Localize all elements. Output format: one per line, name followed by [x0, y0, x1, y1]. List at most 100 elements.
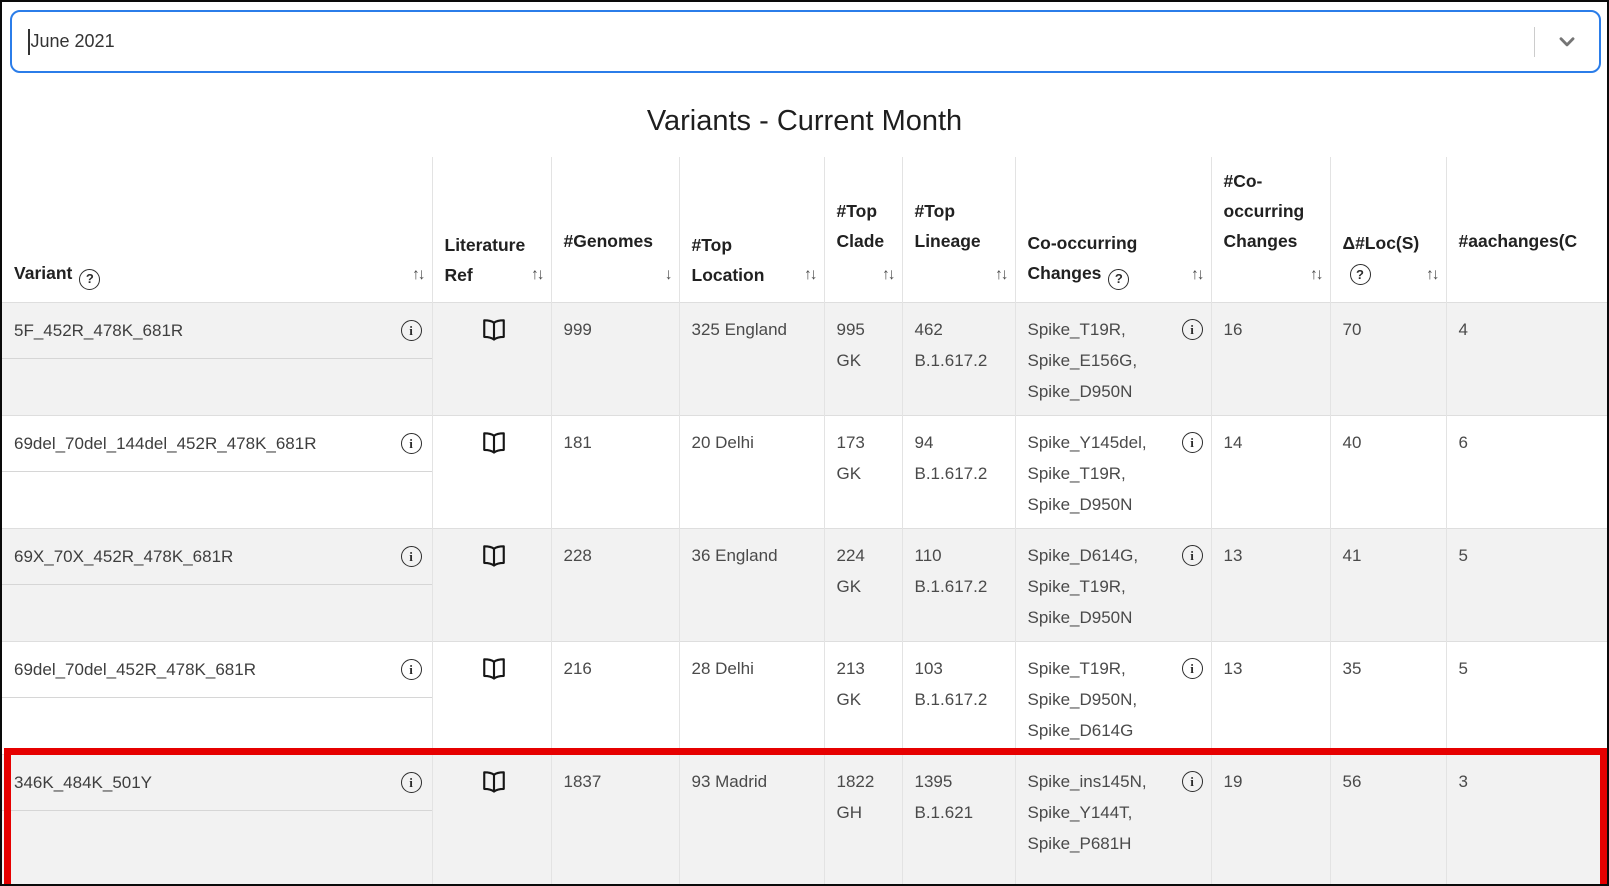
top-clade-cell: 995GK [824, 302, 902, 415]
info-icon[interactable]: i [1182, 545, 1203, 566]
cell-line: 173 [837, 427, 894, 458]
cell-line: Spike_P681H [1028, 828, 1147, 859]
info-icon[interactable]: i [401, 772, 422, 793]
variant-name: 5F_452R_478K_681R [14, 315, 183, 346]
cell-line: Spike_D950N [1028, 489, 1147, 520]
co-occurring-count-cell: 13 [1211, 641, 1330, 754]
variant-box[interactable]: 69del_70del_452R_478K_681Ri [2, 642, 432, 698]
cell-line: 110 [915, 540, 1007, 571]
co-occurring-count-cell: 16 [1211, 302, 1330, 415]
column-header-top-location[interactable]: #Top Location↑↓ [679, 157, 824, 302]
column-header-top-clade[interactable]: #Top Clade ↑↓ [824, 157, 902, 302]
sort-icon[interactable]: ↑↓ [1191, 260, 1203, 290]
co-occurring-count-cell: 13 [1211, 528, 1330, 641]
aachanges-cell: 4 [1446, 302, 1607, 415]
column-label: #Co-occurring Changes [1224, 171, 1305, 251]
header-row: Variant?↑↓Literature Ref↑↓#Genomes↓#Top … [2, 157, 1607, 302]
cell-line: 103 [915, 653, 1007, 684]
sort-icon[interactable]: ↑↓ [531, 260, 543, 290]
variant-box[interactable]: 346K_484K_501Yi [2, 755, 432, 811]
variant-cell: 69del_70del_452R_478K_681Ri [2, 641, 432, 754]
sort-icon[interactable]: ↑↓ [1310, 266, 1322, 283]
cell-line: Spike_D614G [1028, 715, 1138, 746]
column-header-aachanges-c[interactable]: #aachanges(C↑↓ [1446, 157, 1607, 302]
help-icon[interactable]: ? [1350, 264, 1371, 285]
co-occurring-changes-cell: Spike_ins145N,Spike_Y144T,Spike_P681H i [1015, 754, 1211, 886]
sort-icon[interactable]: ↓ [665, 266, 671, 283]
column-label: Δ#Loc(S) [1343, 233, 1420, 253]
info-icon[interactable]: i [1182, 432, 1203, 453]
sort-icon[interactable]: ↑↓ [804, 260, 816, 290]
top-clade-cell: 224GK [824, 528, 902, 641]
help-icon[interactable]: ? [79, 269, 100, 290]
aachanges-cell: 6 [1446, 415, 1607, 528]
variant-box[interactable]: 5F_452R_478K_681R i [2, 303, 432, 359]
cell-line: B.1.617.2 [915, 458, 1007, 489]
top-lineage-cell: 110B.1.617.2 [902, 528, 1015, 641]
cell-line: Spike_D950N [1028, 602, 1139, 633]
info-icon[interactable]: i [1182, 658, 1203, 679]
month-select[interactable]: June 2021 [10, 10, 1601, 73]
literature-ref-book-icon[interactable] [479, 654, 509, 684]
column-header-top-lineage[interactable]: #Top Lineage↑↓ [902, 157, 1015, 302]
delta-loc-cell: 40 [1330, 415, 1446, 528]
info-icon[interactable]: i [401, 659, 422, 680]
sort-icon[interactable]: ↑↓ [882, 266, 894, 283]
genomes-cell: 216 [551, 641, 679, 754]
column-label: Variant [14, 263, 72, 283]
co-occurring-changes-cell: Spike_T19R,Spike_D950N,Spike_D614Gi [1015, 641, 1211, 754]
column-header-loc-s[interactable]: Δ#Loc(S)? ↑↓ [1330, 157, 1446, 302]
top-lineage-cell: 94B.1.617.2 [902, 415, 1015, 528]
cell-line: 1395 [915, 766, 1007, 797]
month-select-value[interactable]: June 2021 [12, 29, 1534, 55]
literature-ref-cell [432, 302, 551, 415]
literature-ref-cell [432, 415, 551, 528]
aachanges-cell: 3 [1446, 754, 1607, 886]
literature-ref-book-icon[interactable] [479, 767, 509, 797]
column-header-co-occurring-changes[interactable]: Co-occurring Changes?↑↓ [1015, 157, 1211, 302]
column-header-literature-ref[interactable]: Literature Ref↑↓ [432, 157, 551, 302]
literature-ref-book-icon[interactable] [479, 541, 509, 571]
cell-line: B.1.617.2 [915, 684, 1007, 715]
cell-line: GK [837, 345, 894, 376]
sort-icon[interactable]: ↑↓ [412, 260, 424, 290]
co-occurring-list: Spike_ins145N,Spike_Y144T,Spike_P681H [1028, 766, 1147, 859]
chevron-down-icon[interactable] [1535, 30, 1599, 54]
sort-icon[interactable]: ↑↓ [995, 266, 1007, 283]
sort-icon[interactable]: ↑↓ [1426, 260, 1438, 290]
info-icon[interactable]: i [401, 433, 422, 454]
cell-line: Spike_Y144T, [1028, 797, 1147, 828]
literature-ref-book-icon[interactable] [479, 315, 509, 345]
help-icon[interactable]: ? [1108, 269, 1129, 290]
literature-ref-book-icon[interactable] [479, 428, 509, 458]
info-icon[interactable]: i [401, 546, 422, 567]
delta-loc-cell: 56 [1330, 754, 1446, 886]
literature-ref-cell [432, 754, 551, 886]
top-location-cell: 325 England [679, 302, 824, 415]
column-header-variant[interactable]: Variant? ↑↓ [2, 157, 432, 302]
column-header-co-occurring-changes[interactable]: #Co-occurring Changes ↑↓ [1211, 157, 1330, 302]
top-location-cell: 93 Madrid [679, 754, 824, 886]
top-lineage-cell: 1395B.1.621 [902, 754, 1015, 886]
cell-line: GK [837, 571, 894, 602]
cell-line: Spike_T19R, [1028, 653, 1138, 684]
info-icon[interactable]: i [1182, 771, 1203, 792]
cell-line: 995 [837, 314, 894, 345]
variant-box[interactable]: 69del_70del_144del_452R_478K_681Ri [2, 416, 432, 472]
genomes-cell: 999 [551, 302, 679, 415]
top-lineage-cell: 462B.1.617.2 [902, 302, 1015, 415]
variant-box[interactable]: 69X_70X_452R_478K_681Ri [2, 529, 432, 585]
column-header-genomes[interactable]: #Genomes↓ [551, 157, 679, 302]
variant-cell: 69del_70del_144del_452R_478K_681Ri [2, 415, 432, 528]
column-label: #Top Clade [837, 201, 885, 251]
top-clade-cell: 1822GH [824, 754, 902, 886]
cell-line: GK [837, 458, 894, 489]
table-row: 69del_70del_144del_452R_478K_681Ri18120 … [2, 415, 1607, 528]
co-occurring-count-cell: 14 [1211, 415, 1330, 528]
genomes-cell: 1837 [551, 754, 679, 886]
variant-cell: 5F_452R_478K_681R i [2, 302, 432, 415]
info-icon[interactable]: i [1182, 319, 1203, 340]
top-clade-cell: 173GK [824, 415, 902, 528]
info-icon[interactable]: i [401, 320, 422, 341]
co-occurring-list: Spike_T19R,Spike_E156G,Spike_D950N [1028, 314, 1138, 407]
